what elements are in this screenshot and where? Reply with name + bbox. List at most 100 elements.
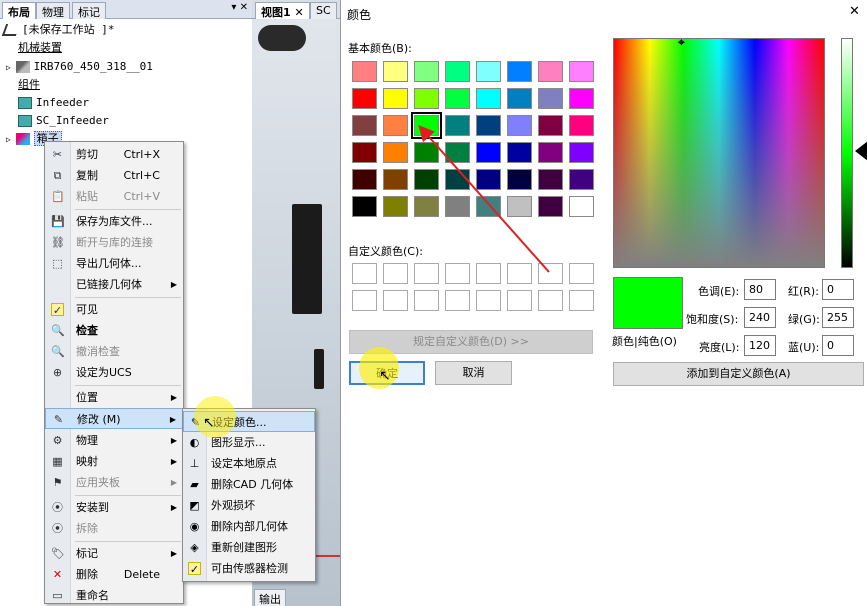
color-swatch[interactable] bbox=[538, 169, 563, 190]
luminance-arrow-icon[interactable] bbox=[855, 141, 867, 161]
green-field[interactable]: 255 bbox=[822, 307, 854, 328]
custom-color-swatch[interactable] bbox=[538, 263, 563, 284]
custom-color-swatch[interactable] bbox=[352, 290, 377, 311]
color-swatch[interactable] bbox=[383, 169, 408, 190]
color-swatch[interactable] bbox=[414, 61, 439, 82]
add-custom-color-button[interactable]: 添加到自定义颜色(A) bbox=[613, 362, 864, 386]
color-swatch[interactable] bbox=[414, 196, 439, 217]
custom-color-swatch[interactable] bbox=[414, 290, 439, 311]
tab-view1[interactable]: 视图1 ✕ bbox=[255, 2, 310, 19]
tab-sc[interactable]: SC bbox=[310, 2, 337, 19]
color-swatch[interactable] bbox=[411, 112, 442, 139]
color-swatch[interactable] bbox=[476, 115, 501, 136]
menu-item-set-ucs[interactable]: ⊕ 设定为UCS bbox=[45, 362, 183, 383]
color-swatch[interactable] bbox=[445, 61, 470, 82]
luminance-slider[interactable] bbox=[841, 38, 853, 268]
color-swatch[interactable] bbox=[476, 88, 501, 109]
hue-field[interactable]: 80 bbox=[744, 279, 776, 300]
color-swatch[interactable] bbox=[352, 115, 377, 136]
menu-item-copy[interactable]: ⧉ 复制 Ctrl+C bbox=[45, 165, 183, 186]
custom-color-swatch[interactable] bbox=[445, 290, 470, 311]
color-swatch[interactable] bbox=[507, 61, 532, 82]
tree-item-robot[interactable]: ▷ IRB760_450_318__01 bbox=[6, 58, 153, 76]
color-swatch[interactable] bbox=[569, 142, 594, 163]
color-swatch[interactable] bbox=[507, 88, 532, 109]
color-swatch[interactable] bbox=[383, 61, 408, 82]
tab-tags[interactable]: 标记 bbox=[72, 2, 106, 19]
color-swatch[interactable] bbox=[414, 88, 439, 109]
red-field[interactable]: 0 bbox=[822, 279, 854, 300]
cancel-button[interactable]: 取消 bbox=[435, 361, 512, 385]
luminance-field[interactable]: 120 bbox=[744, 335, 776, 356]
menu-item-tag[interactable]: 🏷 标记 ▶ bbox=[45, 543, 183, 564]
menu-item-physics[interactable]: ⚙ 物理 ▶ bbox=[45, 430, 183, 451]
menu-item-modify[interactable]: ✎ 修改 (M) ▶ bbox=[45, 408, 183, 429]
expand-arrow-icon[interactable]: ▷ bbox=[6, 135, 16, 144]
menu-item-mapping[interactable]: ▦ 映射 ▶ bbox=[45, 451, 183, 472]
tree-item-infeeder[interactable]: Infeeder bbox=[18, 94, 89, 112]
menu-item-attach-to[interactable]: ⦿ 安装到 ▶ bbox=[45, 497, 183, 518]
color-swatch[interactable] bbox=[445, 88, 470, 109]
color-swatch[interactable] bbox=[383, 88, 408, 109]
color-swatch[interactable] bbox=[507, 115, 532, 136]
menu-item-position[interactable]: 位置 ▶ bbox=[45, 387, 183, 408]
custom-color-swatch[interactable] bbox=[383, 263, 408, 284]
menu-item-export-geometry[interactable]: ⬚ 导出几何体... bbox=[45, 253, 183, 274]
color-swatch[interactable] bbox=[507, 142, 532, 163]
color-swatch[interactable] bbox=[383, 115, 408, 136]
color-swatch[interactable] bbox=[538, 88, 563, 109]
custom-color-swatch[interactable] bbox=[507, 290, 532, 311]
menu-item-inspect[interactable]: 🔍 检查 bbox=[45, 320, 183, 341]
menu-item-visible[interactable]: ✓ 可见 bbox=[45, 299, 183, 320]
submenu-item-sensor-detectable[interactable]: ✓ 可由传感器检测 bbox=[183, 558, 315, 579]
color-swatch[interactable] bbox=[445, 142, 470, 163]
custom-color-swatch[interactable] bbox=[538, 290, 563, 311]
close-icon[interactable]: ✕ bbox=[849, 4, 860, 19]
color-spectrum[interactable] bbox=[613, 38, 825, 268]
color-swatch[interactable] bbox=[352, 196, 377, 217]
custom-color-swatch[interactable] bbox=[507, 263, 532, 284]
custom-color-swatch[interactable] bbox=[383, 290, 408, 311]
tree-item-sc-infeeder[interactable]: SC_Infeeder bbox=[18, 112, 109, 130]
color-swatch[interactable] bbox=[569, 115, 594, 136]
color-swatch[interactable] bbox=[383, 142, 408, 163]
custom-color-swatch[interactable] bbox=[569, 263, 594, 284]
blue-field[interactable]: 0 bbox=[822, 335, 854, 356]
custom-color-swatch[interactable] bbox=[414, 263, 439, 284]
color-swatch[interactable] bbox=[538, 142, 563, 163]
color-swatch[interactable] bbox=[476, 196, 501, 217]
saturation-field[interactable]: 240 bbox=[744, 307, 776, 328]
submenu-item-set-local-origin[interactable]: ⊥ 设定本地原点 bbox=[183, 453, 315, 474]
custom-color-swatch[interactable] bbox=[476, 290, 501, 311]
submenu-item-recreate-graphics[interactable]: ◈ 重新创建图形 bbox=[183, 537, 315, 558]
color-swatch[interactable] bbox=[538, 61, 563, 82]
submenu-item-graphics-display[interactable]: ◐ 图形显示... bbox=[183, 432, 315, 453]
menu-item-cut[interactable]: ✂ 剪切 Ctrl+X bbox=[45, 144, 183, 165]
menu-item-delete[interactable]: ✕ 删除 Delete bbox=[45, 564, 183, 585]
color-swatch[interactable] bbox=[445, 115, 470, 136]
custom-color-swatch[interactable] bbox=[352, 263, 377, 284]
tab-layout[interactable]: 布局 bbox=[2, 2, 36, 19]
menu-item-linked-geometry[interactable]: 已链接几何体 ▶ bbox=[45, 274, 183, 295]
color-swatch[interactable] bbox=[538, 196, 563, 217]
menu-item-rename[interactable]: ▭ 重命名 bbox=[45, 585, 183, 606]
tree-station[interactable]: [未保存工作站 ]* bbox=[1, 21, 115, 39]
tab-physics[interactable]: 物理 bbox=[36, 2, 70, 19]
color-swatch[interactable] bbox=[569, 88, 594, 109]
color-swatch[interactable] bbox=[414, 169, 439, 190]
custom-color-swatch[interactable] bbox=[445, 263, 470, 284]
color-swatch[interactable] bbox=[569, 169, 594, 190]
menu-item-save-library[interactable]: 💾 保存为库文件... bbox=[45, 211, 183, 232]
custom-color-swatch[interactable] bbox=[476, 263, 501, 284]
color-swatch[interactable] bbox=[476, 142, 501, 163]
color-swatch[interactable] bbox=[414, 142, 439, 163]
color-swatch[interactable] bbox=[507, 196, 532, 217]
submenu-item-delete-cad[interactable]: ▰ 删除CAD 几何体 bbox=[183, 474, 315, 495]
color-swatch[interactable] bbox=[445, 196, 470, 217]
color-swatch[interactable] bbox=[352, 61, 377, 82]
color-swatch[interactable] bbox=[476, 169, 501, 190]
color-swatch[interactable] bbox=[383, 196, 408, 217]
tab-output[interactable]: 输出 bbox=[254, 589, 286, 606]
color-swatch[interactable] bbox=[476, 61, 501, 82]
color-swatch[interactable] bbox=[507, 169, 532, 190]
